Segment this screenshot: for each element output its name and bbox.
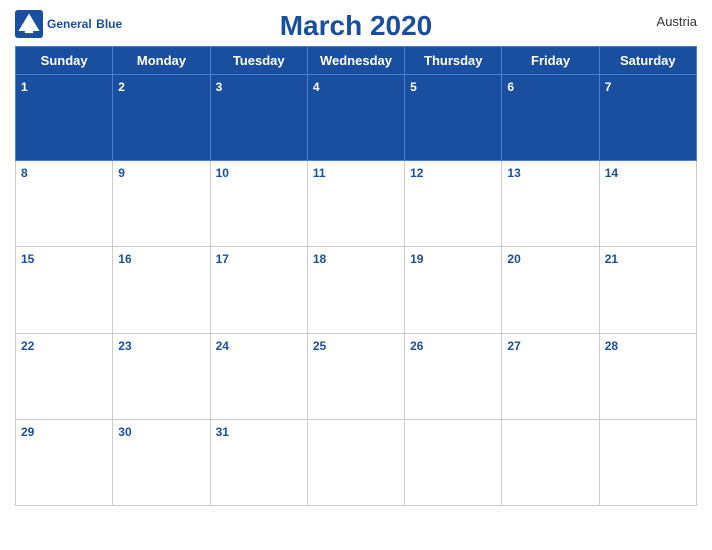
calendar-header: General Blue March 2020 Austria — [15, 10, 697, 42]
day-number: 21 — [605, 252, 618, 266]
calendar-day-cell — [502, 419, 599, 505]
header-tuesday: Tuesday — [210, 47, 307, 75]
day-number: 14 — [605, 166, 618, 180]
day-number: 19 — [410, 252, 423, 266]
day-number: 1 — [21, 80, 28, 94]
calendar-day-cell: 10 — [210, 161, 307, 247]
day-number: 28 — [605, 339, 618, 353]
day-number: 8 — [21, 166, 28, 180]
calendar-day-cell: 13 — [502, 161, 599, 247]
calendar-day-cell: 28 — [599, 333, 696, 419]
header-monday: Monday — [113, 47, 210, 75]
day-number: 27 — [507, 339, 520, 353]
calendar-day-cell: 21 — [599, 247, 696, 333]
day-number: 10 — [216, 166, 229, 180]
day-number: 31 — [216, 425, 229, 439]
header-saturday: Saturday — [599, 47, 696, 75]
calendar-day-cell: 8 — [16, 161, 113, 247]
country-label: Austria — [657, 14, 697, 29]
calendar-day-cell: 23 — [113, 333, 210, 419]
calendar-day-cell — [405, 419, 502, 505]
day-number: 30 — [118, 425, 131, 439]
calendar-day-cell: 25 — [307, 333, 404, 419]
day-number: 17 — [216, 252, 229, 266]
header-wednesday: Wednesday — [307, 47, 404, 75]
calendar-week-row: 8 9 10 11 12 13 14 — [16, 161, 697, 247]
calendar-day-cell: 22 — [16, 333, 113, 419]
calendar-day-cell: 24 — [210, 333, 307, 419]
day-number: 7 — [605, 80, 612, 94]
header-thursday: Thursday — [405, 47, 502, 75]
calendar-table: Sunday Monday Tuesday Wednesday Thursday… — [15, 46, 697, 506]
day-number: 12 — [410, 166, 423, 180]
calendar-day-cell: 4 — [307, 75, 404, 161]
header-sunday: Sunday — [16, 47, 113, 75]
day-number: 3 — [216, 80, 223, 94]
day-number: 4 — [313, 80, 320, 94]
calendar-week-row: 22 23 24 25 26 27 28 — [16, 333, 697, 419]
day-number: 9 — [118, 166, 125, 180]
day-number: 11 — [313, 166, 326, 180]
calendar-day-cell: 27 — [502, 333, 599, 419]
calendar-day-cell: 17 — [210, 247, 307, 333]
calendar-day-cell: 6 — [502, 75, 599, 161]
calendar-day-cell: 2 — [113, 75, 210, 161]
day-number: 5 — [410, 80, 417, 94]
calendar-day-cell: 16 — [113, 247, 210, 333]
calendar-week-row: 29 30 31 — [16, 419, 697, 505]
calendar-day-cell: 15 — [16, 247, 113, 333]
day-number: 23 — [118, 339, 131, 353]
day-number: 22 — [21, 339, 34, 353]
calendar-week-row: 15 16 17 18 19 20 21 — [16, 247, 697, 333]
calendar-day-cell: 18 — [307, 247, 404, 333]
day-number: 6 — [507, 80, 514, 94]
calendar-day-cell: 11 — [307, 161, 404, 247]
calendar-day-cell: 20 — [502, 247, 599, 333]
calendar-day-cell — [599, 419, 696, 505]
calendar-week-row: 1 2 3 4 5 6 7 — [16, 75, 697, 161]
calendar-day-cell: 5 — [405, 75, 502, 161]
day-number: 26 — [410, 339, 423, 353]
logo-area: General Blue — [15, 10, 122, 38]
day-number: 29 — [21, 425, 34, 439]
day-number: 18 — [313, 252, 326, 266]
calendar-day-cell: 9 — [113, 161, 210, 247]
calendar-day-cell: 19 — [405, 247, 502, 333]
generalblue-logo-icon — [15, 10, 43, 38]
day-number: 13 — [507, 166, 520, 180]
calendar-day-cell: 1 — [16, 75, 113, 161]
calendar-day-cell — [307, 419, 404, 505]
weekday-header-row: Sunday Monday Tuesday Wednesday Thursday… — [16, 47, 697, 75]
day-number: 15 — [21, 252, 34, 266]
calendar-day-cell: 29 — [16, 419, 113, 505]
day-number: 20 — [507, 252, 520, 266]
calendar-day-cell: 7 — [599, 75, 696, 161]
calendar-wrapper: General Blue March 2020 Austria Sunday M… — [0, 0, 712, 550]
month-title: March 2020 — [280, 10, 433, 42]
header-friday: Friday — [502, 47, 599, 75]
calendar-day-cell: 26 — [405, 333, 502, 419]
day-number: 25 — [313, 339, 326, 353]
calendar-day-cell: 14 — [599, 161, 696, 247]
calendar-day-cell: 30 — [113, 419, 210, 505]
day-number: 24 — [216, 339, 229, 353]
calendar-day-cell: 31 — [210, 419, 307, 505]
calendar-day-cell: 3 — [210, 75, 307, 161]
logo-text: General Blue — [47, 15, 122, 33]
day-number: 16 — [118, 252, 131, 266]
calendar-day-cell: 12 — [405, 161, 502, 247]
day-number: 2 — [118, 80, 125, 94]
